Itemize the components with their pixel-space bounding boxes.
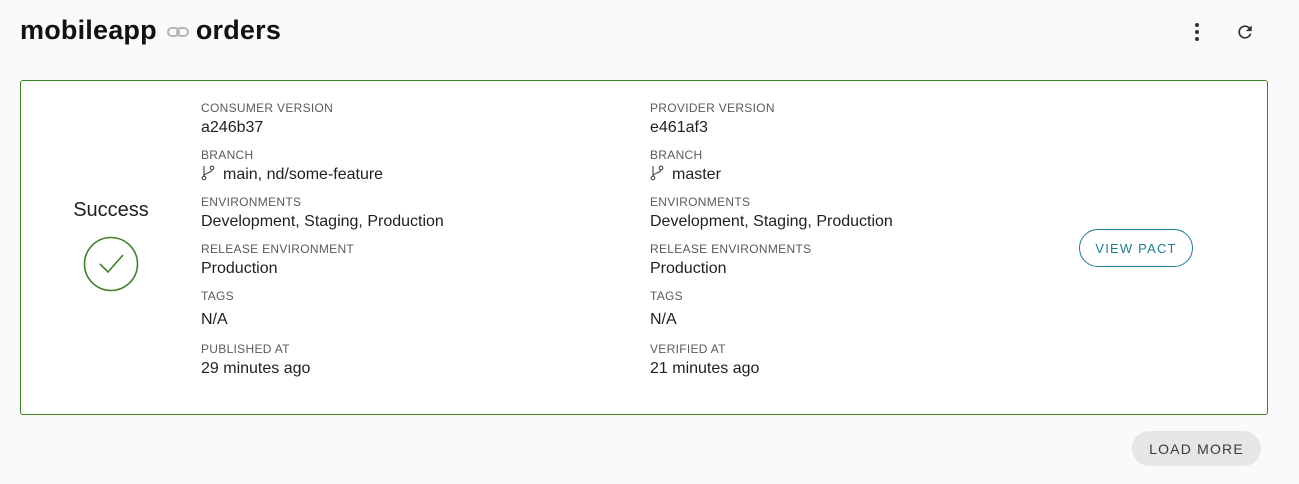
page: mobileapp orders Success CONSUMER VERSIO… (0, 0, 1299, 484)
provider-branch: master (672, 166, 721, 183)
provider-verified-at: 21 minutes ago (650, 360, 760, 377)
provider-branch-row: master (650, 165, 1070, 185)
consumer-version-field: CONSUMER VERSION a246b37 (201, 101, 641, 138)
consumer-branch: main, nd/some-feature (223, 166, 384, 183)
provider-tags-field: TAGS N/A (650, 289, 1070, 330)
branch-icon (650, 165, 664, 181)
view-pact-button[interactable]: VIEW PACT (1079, 229, 1193, 267)
consumer-name: mobileapp (20, 14, 157, 45)
consumer-environments-field: ENVIRONMENTS Development, Staging, Produ… (201, 195, 641, 232)
provider-version: e461af3 (650, 119, 708, 136)
status-text: Success (73, 199, 149, 221)
field-label: PROVIDER VERSION (650, 101, 775, 115)
field-label: BRANCH (650, 148, 703, 162)
consumer-branch-row: main, nd/some-feature (201, 165, 641, 185)
field-label: CONSUMER VERSION (201, 101, 334, 115)
provider-name: orders (195, 14, 282, 45)
provider-environments: Development, Staging, Production (650, 213, 893, 230)
consumer-version: a246b37 (201, 119, 264, 136)
provider-release: Production (650, 260, 727, 277)
branch-icon (201, 165, 215, 181)
field-label: VERIFIED AT (650, 342, 726, 356)
field-label: TAGS (650, 289, 683, 303)
consumer-environments: Development, Staging, Production (201, 213, 444, 230)
consumer-branch-field: BRANCH main, nd/some-feature (201, 148, 641, 185)
consumer-details: CONSUMER VERSION a246b37 BRANCH main, nd… (201, 101, 641, 389)
field-label: BRANCH (201, 148, 254, 162)
provider-version-field: PROVIDER VERSION e461af3 (650, 101, 1070, 138)
provider-branch-field: BRANCH master (650, 148, 1070, 185)
field-label: RELEASE ENVIRONMENTS (650, 242, 812, 256)
field-label: ENVIRONMENTS (201, 195, 302, 209)
consumer-tags-field: TAGS N/A (201, 289, 641, 330)
field-label: TAGS (201, 289, 234, 303)
provider-verified-field: VERIFIED AT 21 minutes ago (650, 342, 1070, 379)
field-label: PUBLISHED AT (201, 342, 290, 356)
link-icon (166, 26, 189, 38)
field-label: ENVIRONMENTS (650, 195, 751, 209)
consumer-tags: N/A (201, 311, 228, 328)
provider-release-field: RELEASE ENVIRONMENTS Production (650, 242, 1070, 279)
consumer-published-field: PUBLISHED AT 29 minutes ago (201, 342, 641, 379)
consumer-release-field: RELEASE ENVIRONMENT Production (201, 242, 641, 279)
provider-environments-field: ENVIRONMENTS Development, Staging, Produ… (650, 195, 1070, 232)
status-block: Success (61, 199, 161, 292)
page-title: mobileapp orders (20, 10, 281, 50)
load-more-button[interactable]: LOAD MORE (1132, 431, 1261, 466)
consumer-release: Production (201, 260, 278, 277)
field-label: RELEASE ENVIRONMENT (201, 242, 355, 256)
refresh-icon[interactable] (1231, 18, 1259, 46)
provider-details: PROVIDER VERSION e461af3 BRANCH master E… (650, 101, 1070, 389)
pact-card: Success CONSUMER VERSION a246b37 BRANCH (20, 80, 1268, 415)
header-actions (1183, 18, 1259, 46)
more-vert-icon[interactable] (1183, 18, 1211, 46)
provider-tags: N/A (650, 311, 677, 328)
check-circle-icon (61, 236, 161, 292)
consumer-published-at: 29 minutes ago (201, 360, 311, 377)
